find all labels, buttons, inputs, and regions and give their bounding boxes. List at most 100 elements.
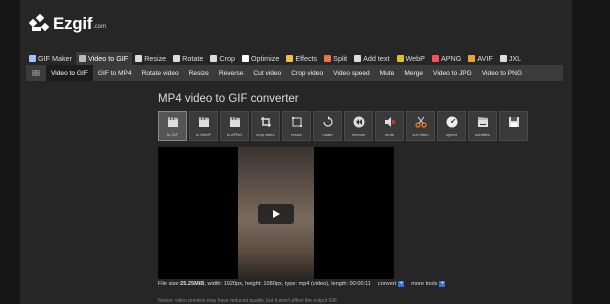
subnav-item-gif-to-mp4[interactable]: GIF to MP4 bbox=[93, 65, 137, 81]
home-button[interactable] bbox=[26, 69, 46, 77]
tool-save-button[interactable] bbox=[499, 111, 528, 141]
apng-icon bbox=[431, 55, 439, 62]
tool-label: rotate bbox=[322, 132, 333, 137]
subnav-item-reverse[interactable]: Reverse bbox=[214, 65, 249, 81]
nav-item-apng[interactable]: APNG bbox=[429, 52, 465, 65]
nav-item-add-text[interactable]: Add text bbox=[351, 52, 393, 65]
nav-item-effects[interactable]: Effects bbox=[283, 52, 321, 65]
tool-resize-button[interactable]: resize bbox=[282, 111, 311, 141]
tool-label: resize bbox=[291, 132, 302, 137]
rotate-icon bbox=[173, 55, 181, 62]
film-icon bbox=[32, 70, 40, 76]
nav-item-crop[interactable]: Crop bbox=[207, 52, 239, 65]
tool-mute-button[interactable]: mute bbox=[375, 111, 404, 141]
nav-item-label: Add text bbox=[363, 54, 390, 63]
tool-to-webp-button[interactable]: to WebP bbox=[189, 111, 218, 141]
more-tools-plus-icon: + bbox=[439, 281, 446, 287]
top-nav: GIF Maker Video to GIF Resize Rotate Crop Opt… bbox=[26, 52, 525, 65]
nav-item-avif[interactable]: AVIF bbox=[465, 52, 496, 65]
more-tools-button[interactable]: more tools + bbox=[411, 281, 446, 287]
video-icon bbox=[78, 55, 86, 62]
nav-item-optimize[interactable]: Optimize bbox=[239, 52, 283, 65]
tool-to-gif-button[interactable]: to GIF bbox=[158, 111, 187, 141]
video-preview[interactable] bbox=[158, 147, 394, 279]
nav-item-label: Rotate bbox=[182, 54, 204, 63]
subnav-item-video-to-png[interactable]: Video to PNG bbox=[477, 65, 527, 81]
clapper-icon bbox=[228, 115, 242, 129]
reverse-icon bbox=[352, 115, 366, 129]
subnav-item-rotate-video[interactable]: Rotate video bbox=[137, 65, 184, 81]
page-title: MP4 video to GIF converter bbox=[158, 93, 299, 105]
nav-item-label: Crop bbox=[219, 54, 235, 63]
subnav-item-video-to-jpg[interactable]: Video to JPG bbox=[428, 65, 477, 81]
play-button[interactable] bbox=[258, 204, 294, 224]
preview-notice: Notice: video preview may have reduced q… bbox=[158, 298, 338, 304]
tool-subtitles-button[interactable]: subtitles bbox=[468, 111, 497, 141]
gif-maker-icon bbox=[29, 55, 36, 62]
tool-to-apng-button[interactable]: to APNG bbox=[220, 111, 249, 141]
convert-plus-icon: + bbox=[398, 281, 405, 287]
nav-item-rotate[interactable]: Rotate bbox=[170, 52, 207, 65]
tool-cut-video-button[interactable]: cut video bbox=[406, 111, 435, 141]
nav-item-gif-maker[interactable]: GIF Maker bbox=[26, 52, 76, 65]
scissors-icon bbox=[414, 115, 428, 129]
rotate-video-icon bbox=[321, 115, 335, 129]
brand-suffix: .com bbox=[93, 24, 107, 30]
tool-reverse-button[interactable]: reverse bbox=[344, 111, 373, 141]
mute-icon bbox=[383, 115, 397, 129]
add-text-icon bbox=[354, 55, 362, 62]
effects-icon bbox=[286, 55, 294, 62]
nav-item-label: APNG bbox=[440, 54, 462, 63]
resize-icon bbox=[135, 55, 143, 62]
nav-item-jxl[interactable]: JXL bbox=[497, 52, 525, 65]
file-info: File size: 25.25MiB , width: 1920px, hei… bbox=[158, 281, 446, 287]
clapper-icon bbox=[197, 115, 211, 129]
tool-label: speed bbox=[446, 132, 457, 137]
subnav-item-video-to-gif[interactable]: Video to GIF bbox=[46, 65, 93, 81]
nav-item-webp[interactable]: WebP bbox=[394, 52, 429, 65]
tool-crop-video-button[interactable]: crop video bbox=[251, 111, 280, 141]
ezgif-logo-icon bbox=[28, 14, 50, 32]
subnav-item-cut-video[interactable]: Cut video bbox=[248, 65, 286, 81]
jxl-icon bbox=[499, 55, 507, 62]
subnav-item-mute[interactable]: Mute bbox=[375, 65, 400, 81]
subnav-item-merge[interactable]: Merge bbox=[399, 65, 428, 81]
avif-icon bbox=[468, 55, 476, 62]
more-tools-label: more tools bbox=[411, 281, 438, 287]
webp-icon bbox=[396, 55, 404, 62]
subnav-item-video-speed[interactable]: Video speed bbox=[328, 65, 375, 81]
tool-bar: to GIF to WebP to APNG crop video resize rota… bbox=[158, 111, 530, 141]
resize-video-icon bbox=[290, 115, 304, 129]
subtitles-icon bbox=[476, 115, 490, 129]
nav-item-resize[interactable]: Resize bbox=[132, 52, 170, 65]
tool-label: to APNG bbox=[226, 132, 243, 137]
speed-icon bbox=[445, 115, 459, 129]
brand-name: Ezgif bbox=[53, 14, 93, 33]
tool-label: mute bbox=[385, 132, 394, 137]
nav-item-label: Resize bbox=[144, 54, 167, 63]
nav-item-label: Optimize bbox=[250, 54, 280, 63]
convert-label: convert bbox=[377, 281, 397, 287]
tool-label: to GIF bbox=[166, 132, 179, 137]
crop-video-icon bbox=[259, 115, 273, 129]
nav-item-label: GIF Maker bbox=[38, 54, 72, 63]
tool-speed-button[interactable]: speed bbox=[437, 111, 466, 141]
tool-rotate-button[interactable]: rotate bbox=[313, 111, 342, 141]
tool-label: cut video bbox=[412, 132, 429, 137]
logo[interactable]: Ezgif .com bbox=[28, 14, 106, 34]
file-size-label: File size: bbox=[158, 281, 181, 287]
subnav-item-crop-video[interactable]: Crop video bbox=[286, 65, 328, 81]
nav-item-split[interactable]: Split bbox=[321, 52, 351, 65]
file-details: , width: 1920px, height: 1080px, type: m… bbox=[204, 281, 371, 287]
split-icon bbox=[324, 55, 332, 62]
subnav-item-resize[interactable]: Resize bbox=[184, 65, 214, 81]
crop-icon bbox=[210, 55, 218, 62]
tool-label: crop video bbox=[256, 132, 275, 137]
nav-item-label: JXL bbox=[508, 54, 522, 63]
nav-item-video-to-gif[interactable]: Video to GIF bbox=[75, 52, 133, 65]
convert-button[interactable]: convert + bbox=[377, 281, 405, 287]
optimize-icon bbox=[241, 55, 249, 62]
play-icon bbox=[273, 210, 280, 218]
nav-item-label: Effects bbox=[295, 54, 318, 63]
file-size: 25.25MiB bbox=[180, 281, 205, 287]
